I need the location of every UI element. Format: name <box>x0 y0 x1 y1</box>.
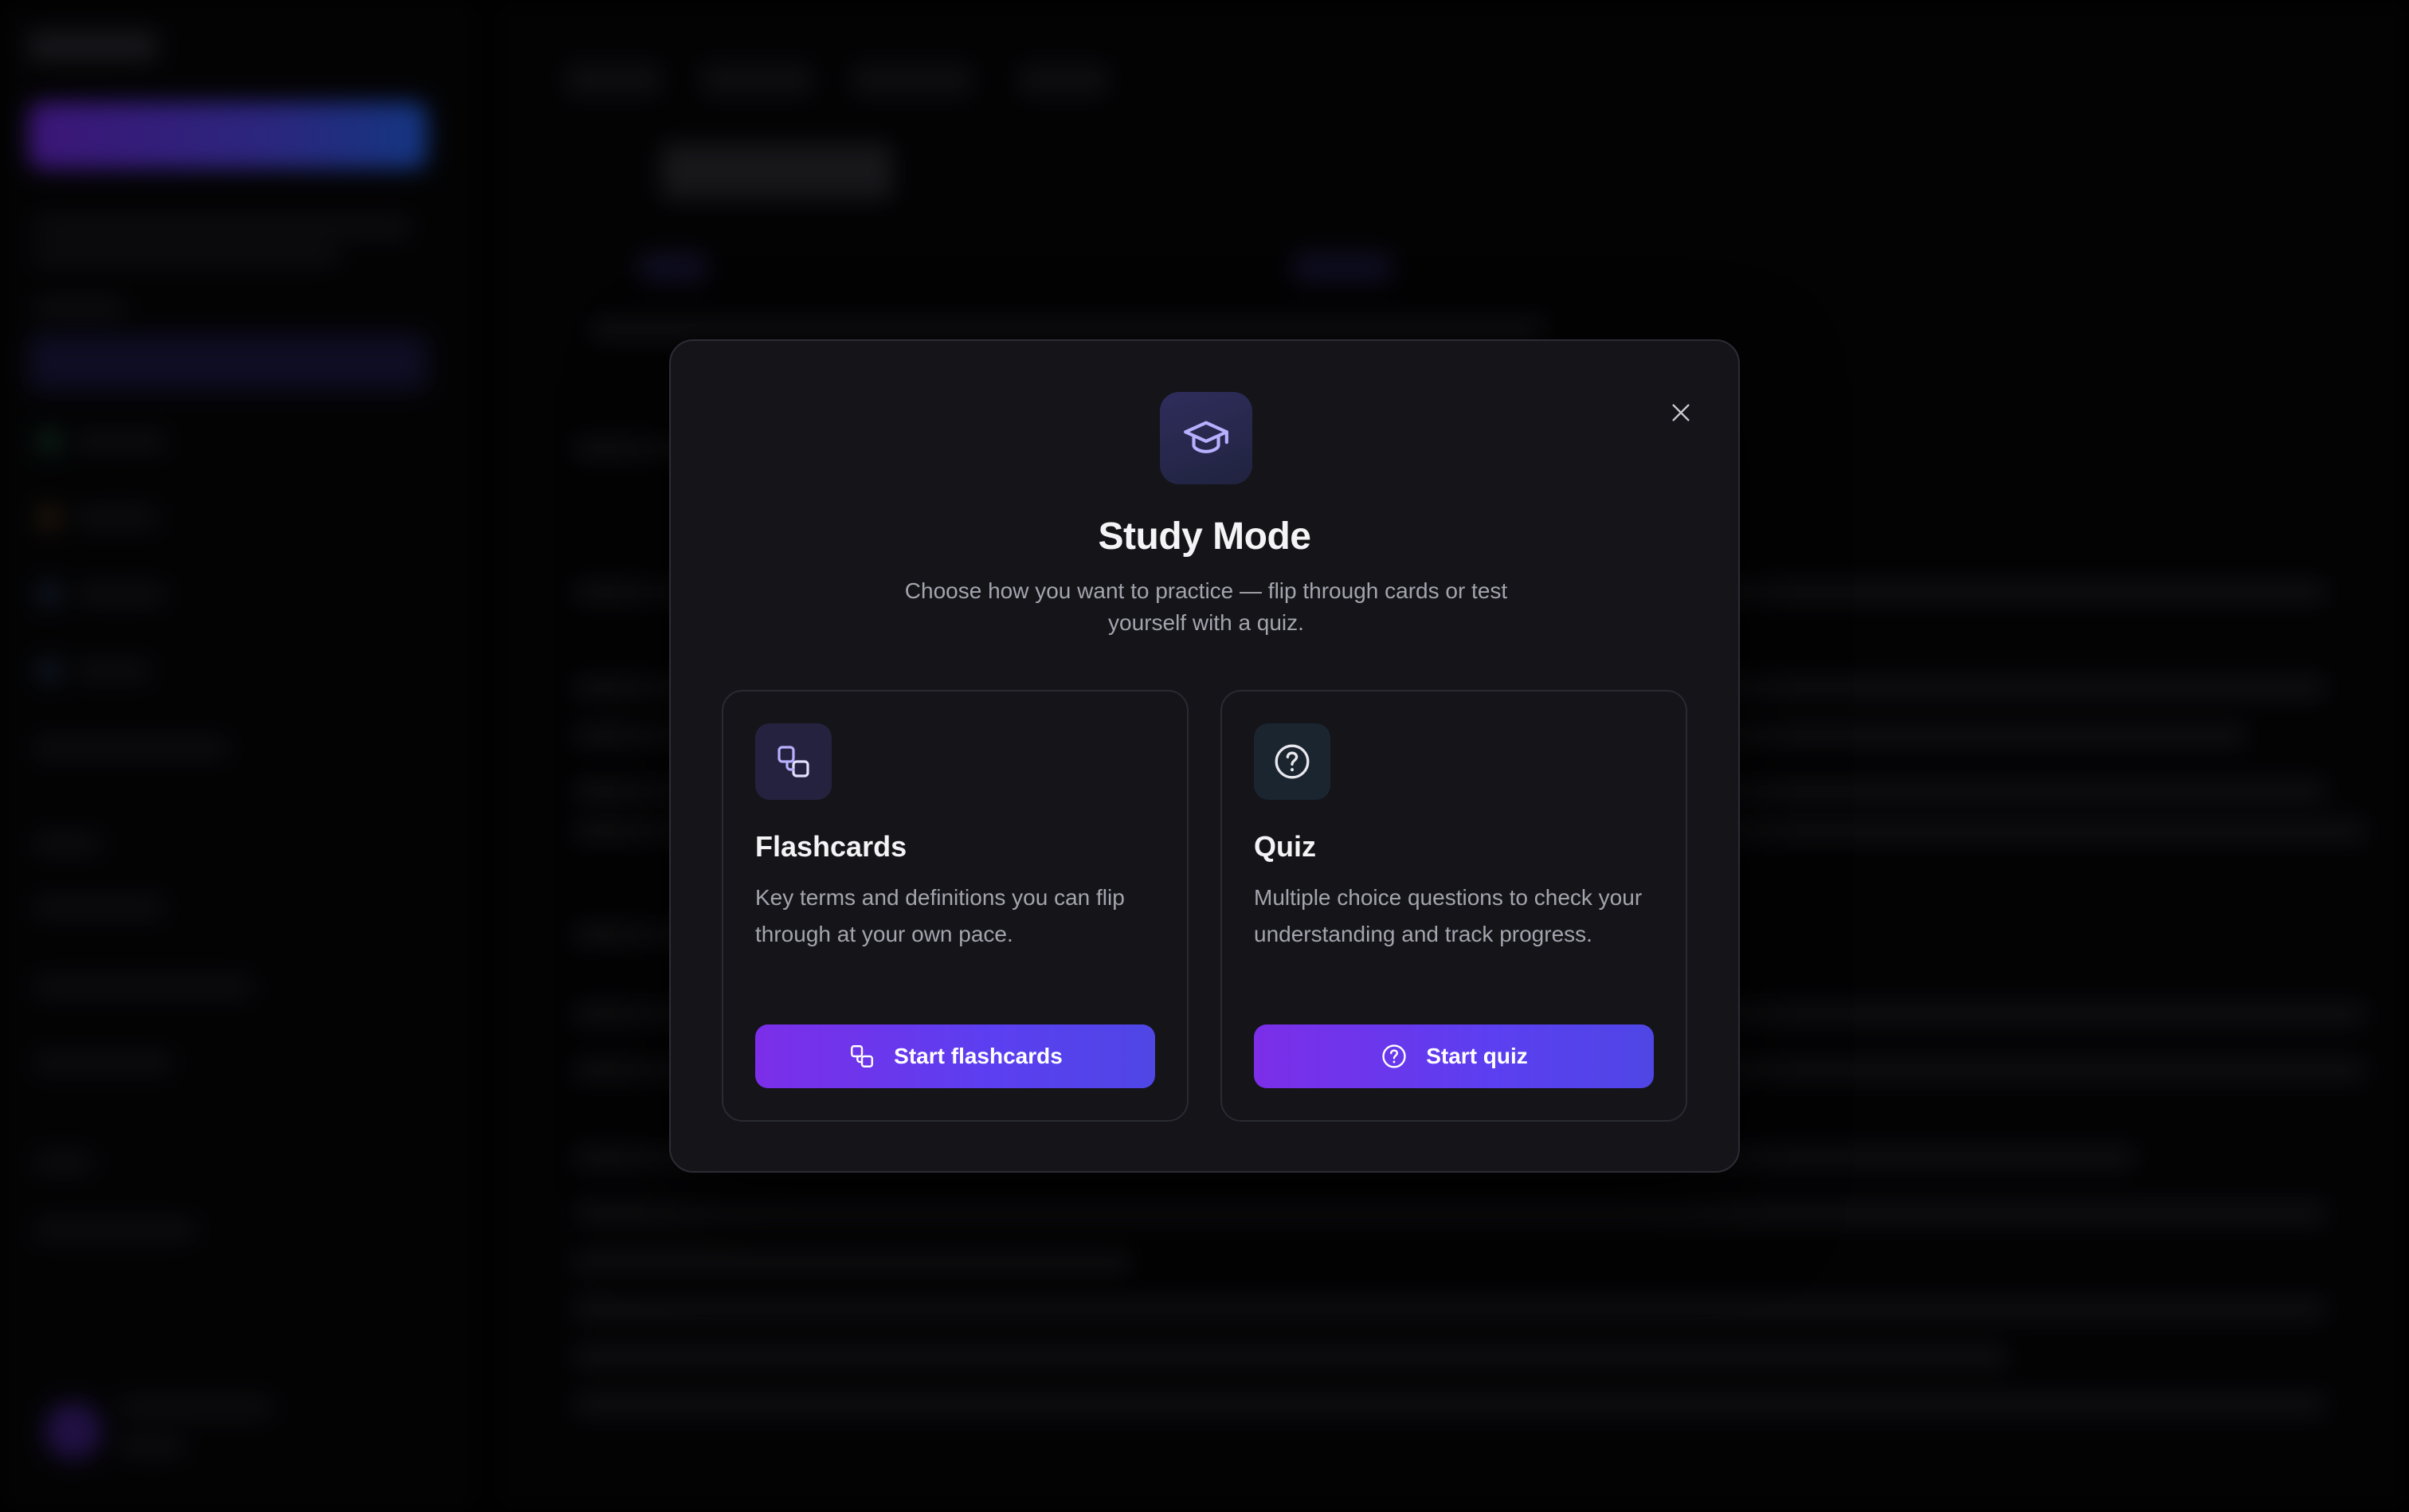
sidebar-item-icon <box>38 430 61 452</box>
text-line <box>574 1299 2326 1319</box>
sidebar-section-label <box>35 301 123 315</box>
sidebar-item-icon <box>38 660 61 682</box>
chip <box>637 253 709 282</box>
new-button <box>29 102 427 169</box>
sidebar-item-label <box>35 980 250 994</box>
text-line <box>574 1251 1131 1271</box>
avatar <box>45 1402 102 1459</box>
close-button[interactable] <box>1657 389 1705 437</box>
quiz-icon-badge <box>1254 723 1330 800</box>
question-circle-icon <box>1380 1042 1408 1071</box>
start-flashcards-button[interactable]: Start flashcards <box>755 1024 1155 1088</box>
sidebar-text <box>35 247 338 261</box>
flashcards-title: Flashcards <box>755 830 907 863</box>
tab <box>566 64 661 96</box>
graduation-cap-icon <box>1184 421 1228 453</box>
sidebar-item-label <box>35 1223 194 1237</box>
tab <box>852 64 972 96</box>
flashcards-icon-badge <box>755 723 832 800</box>
sidebar-section-label <box>35 836 99 851</box>
app-logo <box>29 32 156 61</box>
close-icon <box>1672 404 1690 421</box>
tab <box>701 64 813 96</box>
sidebar-item-label <box>35 1056 170 1070</box>
quiz-description: Multiple choice questions to check your … <box>1254 885 1643 946</box>
sidebar-item-active <box>29 335 427 390</box>
quiz-title: Quiz <box>1254 830 1316 863</box>
study-mode-dialog: Study Mode Choose how you want to practi… <box>669 339 1740 1173</box>
start-flashcards-label: Start flashcards <box>894 1044 1063 1068</box>
sidebar-item-label <box>35 900 163 915</box>
flashcards-option-card[interactable]: Flashcards Key terms and definitions you… <box>722 690 1189 1122</box>
text-line <box>590 319 1545 339</box>
text-line <box>574 1394 2326 1415</box>
dialog-title: Study Mode <box>1098 515 1312 558</box>
chip <box>1291 253 1394 282</box>
flashcards-description: Key terms and definitions you can flip t… <box>755 885 1125 946</box>
sidebar-item-icon <box>38 583 61 605</box>
start-quiz-button[interactable]: Start quiz <box>1254 1024 1654 1088</box>
page-title <box>661 143 892 199</box>
user-meta <box>119 1439 183 1453</box>
start-quiz-label: Start quiz <box>1426 1044 1528 1068</box>
flashcards-icon <box>848 1042 876 1071</box>
sidebar-item-label <box>76 434 164 449</box>
sidebar <box>0 0 478 1512</box>
quiz-option-card[interactable]: Quiz Multiple choice questions to check … <box>1220 690 1687 1122</box>
sidebar-item-label <box>76 511 156 525</box>
tab <box>1020 64 1107 96</box>
sidebar-item-label <box>35 741 226 755</box>
text-line <box>574 1346 2007 1367</box>
user-name <box>119 1400 271 1415</box>
sidebar-item-label <box>76 664 148 678</box>
text-line <box>574 1203 2326 1224</box>
flashcards-icon <box>778 746 809 778</box>
sidebar-section-label <box>35 1155 91 1169</box>
dialog-subtitle: Choose how you want to practice — flip t… <box>904 578 1508 635</box>
study-mode-badge <box>1160 392 1252 484</box>
sidebar-item-icon <box>38 507 61 529</box>
sidebar-text <box>35 220 409 234</box>
question-circle-icon <box>1275 744 1310 779</box>
sidebar-item-label <box>76 587 164 601</box>
